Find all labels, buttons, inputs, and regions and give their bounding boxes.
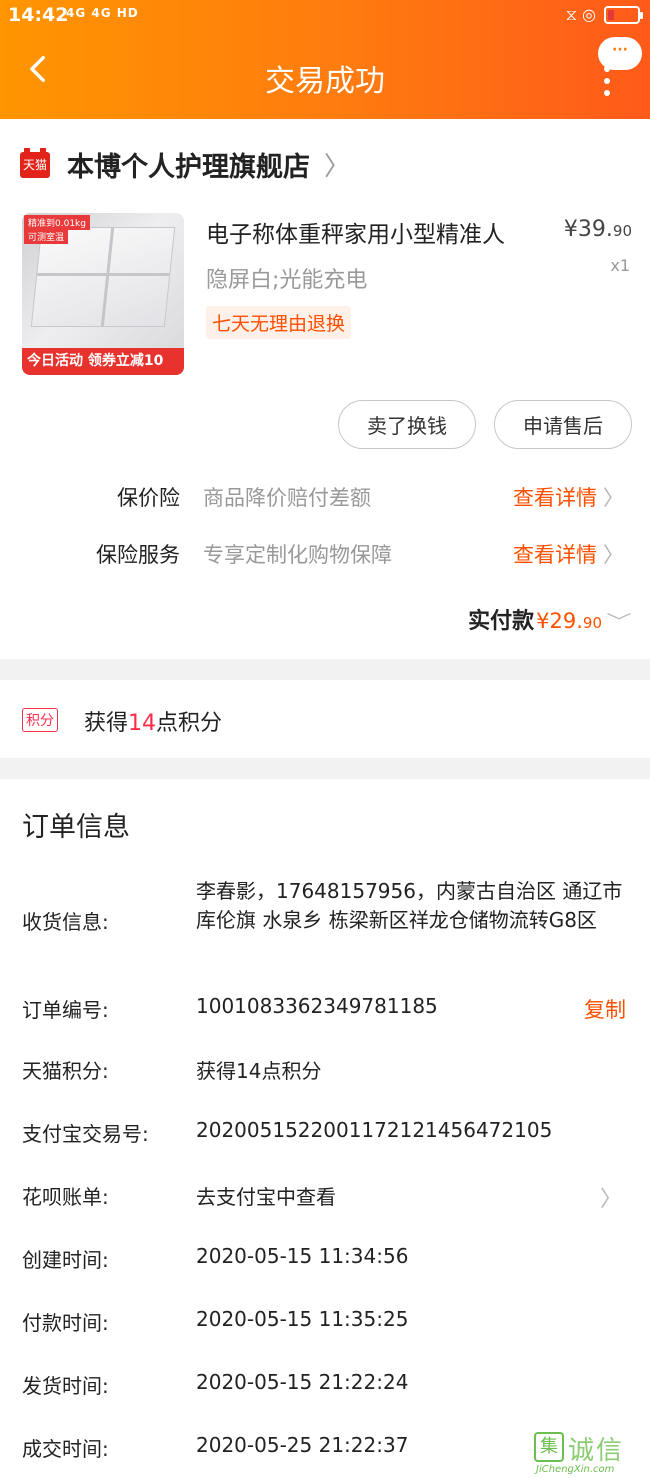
shop-name: 本博个人护理旗舰店 <box>67 152 310 183</box>
actual-payment-label: 实付款 <box>468 609 535 634</box>
battery-icon <box>604 6 643 24</box>
shipped-time-label: 发货时间: <box>22 1374 109 1398</box>
closed-time-label: 成交时间: <box>22 1437 109 1461</box>
receiver-value: 李春影，17648157956，内蒙古自治区 通辽市 库伦旗 水泉乡 栋梁新区祥… <box>196 879 623 932</box>
chevron-right-icon: 〉 <box>603 486 624 510</box>
sell-button[interactable]: 卖了换钱 <box>338 400 476 449</box>
closed-time-value: 2020-05-25 21:22:37 <box>196 1433 409 1457</box>
chevron-down-icon: ﹀ <box>606 612 632 633</box>
created-time-value: 2020-05-15 11:34:56 <box>196 1244 409 1268</box>
service-row-price-protection: 保价险 商品降价赔付差额 查看详情〉 <box>0 482 650 522</box>
status-right-icons: ⧖ ◎ <box>565 5 643 25</box>
tmall-points-value: 获得14点积分 <box>196 1059 322 1083</box>
paid-time-label: 付款时间: <box>22 1311 109 1335</box>
order-info-title: 订单信息 <box>22 812 130 843</box>
order-number-value: 1001083362349781185 <box>196 994 438 1018</box>
actual-payment-row[interactable]: 实付款 ¥29.90 ﹀ <box>468 603 632 635</box>
status-bar: 14:42 4G 4G HD ⧖ ◎ <box>0 0 650 34</box>
huabei-bill-label: 花呗账单: <box>22 1185 109 1209</box>
image-tag-precision: 精准到0.01kg <box>24 215 90 230</box>
site-watermark-logo: 集 诚信 JiChengXin.com <box>534 1428 650 1478</box>
receiver-label: 收货信息: <box>22 910 109 934</box>
signal-indicator: 4G 4G HD <box>66 6 139 20</box>
product-quantity: x1 <box>610 256 630 275</box>
more-menu-icon[interactable] <box>599 66 615 96</box>
service-label: 保价险 <box>117 486 180 510</box>
order-product-card: 天猫 本博个人护理旗舰店 〉 精准到0.01kg 可测室温 今日活动 领券立减1… <box>0 119 650 659</box>
shipped-time-value: 2020-05-15 21:22:24 <box>196 1370 409 1394</box>
order-number-label: 订单编号: <box>22 998 109 1022</box>
points-earned-text: 获得14点积分 <box>84 711 223 736</box>
product-sku: 隐屏白;光能充电 <box>206 268 368 293</box>
points-card: 积分 获得14点积分 <box>0 680 650 758</box>
status-time: 14:42 <box>8 4 69 26</box>
chevron-right-icon: 〉 <box>603 543 624 567</box>
order-info-card: 订单信息 收货信息: 李春影，17648157956，内蒙古自治区 通辽市 库伦… <box>0 779 650 1478</box>
service-row-insurance: 保险服务 专享定制化购物保障 查看详情〉 <box>0 539 650 579</box>
tmall-icon: 天猫 <box>20 147 50 178</box>
watermark-box: 集 <box>534 1432 564 1462</box>
status-icons: ⧖ ◎ <box>565 5 596 24</box>
alipay-trade-label: 支付宝交易号: <box>22 1122 149 1146</box>
paid-time-value: 2020-05-15 11:35:25 <box>196 1307 409 1331</box>
alipay-trade-value: 2020051522001172121456472105 <box>196 1118 553 1142</box>
created-time-label: 创建时间: <box>22 1248 109 1272</box>
top-header: 14:42 4G 4G HD ⧖ ◎ 交易成功 ··· <box>0 0 650 119</box>
huabei-bill-value: 去支付宝中查看 <box>196 1185 336 1209</box>
view-details-link[interactable]: 查看详情〉 <box>513 539 624 569</box>
after-sale-button[interactable]: 申请售后 <box>494 400 632 449</box>
watermark-url: JiChengXin.com <box>536 1464 615 1475</box>
watermark-text: 诚信 <box>568 1436 625 1466</box>
image-tag-temperature: 可测室温 <box>24 229 69 244</box>
service-desc: 商品降价赔付差额 <box>203 486 371 510</box>
actual-payment-amount: ¥29.90 <box>536 609 602 633</box>
copy-button[interactable]: 复制 <box>584 994 626 1024</box>
product-price: ¥39.90 <box>563 217 632 242</box>
shop-link[interactable]: 天猫 本博个人护理旗舰店 〉 <box>20 145 350 184</box>
chevron-right-icon: 〉 <box>324 152 351 182</box>
product-image[interactable]: 精准到0.01kg 可测室温 今日活动 领券立减10 <box>22 213 184 375</box>
view-details-link[interactable]: 查看详情〉 <box>513 482 624 512</box>
tmall-points-label: 天猫积分: <box>22 1059 109 1083</box>
service-label: 保险服务 <box>96 543 180 567</box>
product-title[interactable]: 电子称体重秤家用小型精准人 <box>206 215 505 249</box>
chevron-right-icon: 〉 <box>599 1187 622 1212</box>
page-title: 交易成功 <box>265 64 385 99</box>
points-badge: 积分 <box>22 708 58 732</box>
service-desc: 专享定制化购物保障 <box>203 543 392 567</box>
image-promo-banner: 今日活动 领券立减10 <box>22 348 184 375</box>
return-policy-badge: 七天无理由退换 <box>206 306 352 339</box>
